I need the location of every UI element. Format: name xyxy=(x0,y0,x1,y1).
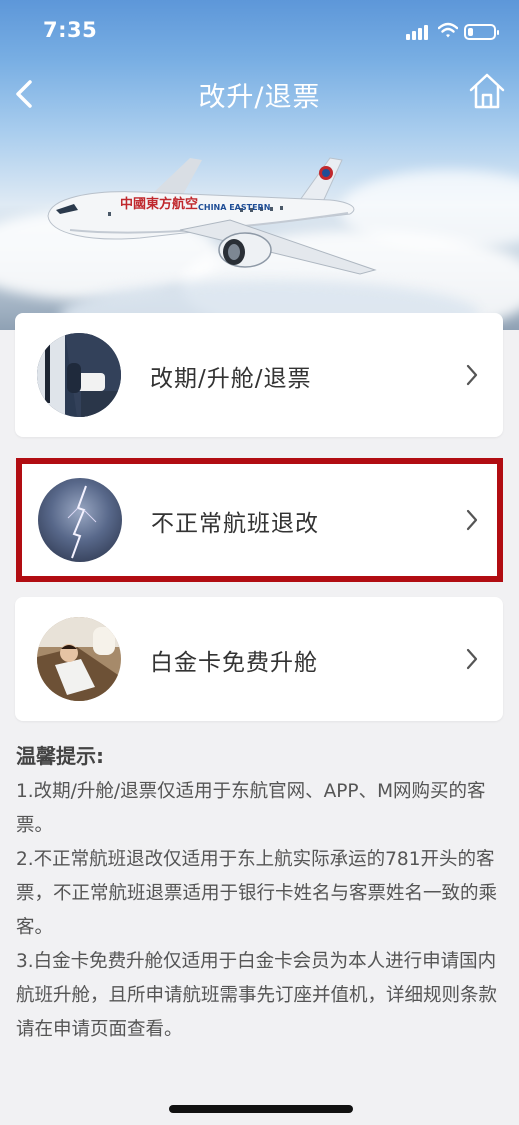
chevron-right-icon xyxy=(466,648,478,670)
reschedule-upgrade-refund-card[interactable]: 改期/升舱/退票 xyxy=(15,313,503,437)
airline-logo-en: CHINA EASTERN xyxy=(198,203,270,212)
status-bar: 7:35 xyxy=(0,0,519,62)
tips-title: 温馨提示: xyxy=(16,744,104,768)
card-label: 白金卡免费升舱 xyxy=(150,650,318,676)
airline-logo-cn: 中國東方航空 xyxy=(120,196,198,212)
tip-item: 1.改期/升舱/退票仅适用于东航官网、APP、M网购买的客票。 xyxy=(16,781,486,836)
wifi-icon xyxy=(438,22,458,38)
page-title: 改升/退票 xyxy=(198,82,321,113)
business-person-image xyxy=(37,333,121,417)
card-label: 不正常航班退改 xyxy=(151,511,319,537)
airplane-image: 中國東方航空 CHINA EASTERN xyxy=(47,157,377,275)
passenger-avatar xyxy=(37,617,121,701)
storm-avatar xyxy=(38,478,122,562)
lightning-storm-image xyxy=(38,478,122,562)
tip-item: 2.不正常航班退改仅适用于东上航实际承运的781开头的客票，不正常航班退票适用于… xyxy=(16,849,498,938)
chevron-right-icon xyxy=(466,364,478,386)
passenger-image xyxy=(37,617,121,701)
card-label: 改期/升舱/退票 xyxy=(150,366,312,392)
status-time: 7:35 xyxy=(43,18,98,42)
battery-icon xyxy=(464,24,499,40)
business-person-avatar xyxy=(37,333,121,417)
home-indicator[interactable] xyxy=(169,1105,353,1113)
platinum-card-upgrade-card[interactable]: 白金卡免费升舱 xyxy=(15,597,503,721)
tip-item: 3.白金卡免费升舱仅适用于白金卡会员为本人进行申请国内航班升舱，且所申请航班需事… xyxy=(16,951,498,1040)
home-icon[interactable] xyxy=(466,70,508,112)
tips-section: 温馨提示: 1.改期/升舱/退票仅适用于东航官网、APP、M网购买的客票。 2.… xyxy=(16,740,506,1047)
chevron-right-icon xyxy=(466,509,478,531)
nav-bar: 改升/退票 xyxy=(0,62,519,124)
irregular-flight-refund-card[interactable]: 不正常航班退改 xyxy=(16,458,503,582)
